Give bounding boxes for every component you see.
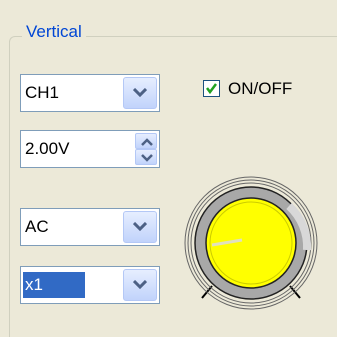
onoff-checkbox[interactable] [203, 80, 220, 97]
probe-dropdown-button[interactable] [123, 269, 157, 301]
check-icon [206, 83, 217, 95]
coupling-select[interactable]: AC [20, 208, 160, 246]
volts-div-knob[interactable] [176, 170, 326, 310]
coupling-select-value: AC [25, 217, 49, 236]
vertical-group-title: Vertical [22, 22, 86, 42]
volts-div-value: 2.00V [25, 139, 70, 158]
spin-down-button[interactable] [135, 149, 157, 165]
probe-select[interactable]: x1 [20, 266, 160, 304]
chevron-down-icon [133, 222, 147, 232]
chevron-down-icon [133, 280, 147, 290]
channel-dropdown-button[interactable] [123, 77, 157, 109]
chevron-up-icon [141, 138, 153, 146]
coupling-dropdown-button[interactable] [123, 211, 157, 243]
chevron-down-icon [133, 88, 147, 98]
channel-select-value: CH1 [25, 83, 60, 102]
volts-div-spinner[interactable]: 2.00V [20, 130, 160, 168]
probe-select-value: x1 [23, 272, 85, 298]
chevron-down-icon [141, 154, 153, 162]
spin-up-button[interactable] [135, 133, 157, 149]
channel-select[interactable]: CH1 [20, 74, 160, 112]
onoff-label[interactable]: ON/OFF [228, 78, 292, 100]
